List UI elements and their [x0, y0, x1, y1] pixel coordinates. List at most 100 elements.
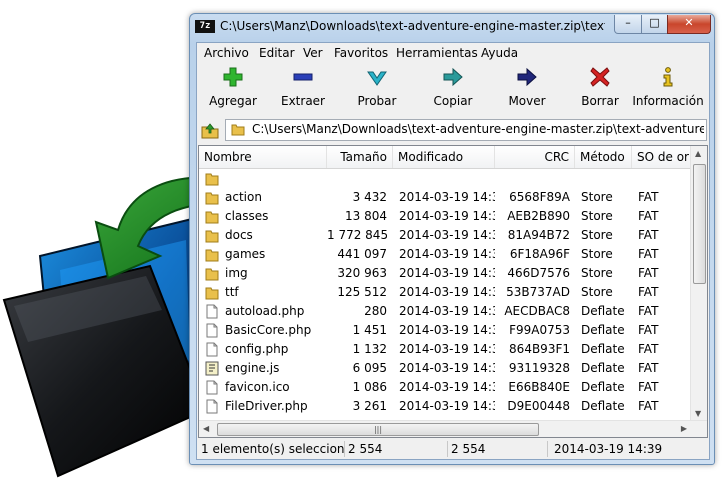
cell-name: docs: [225, 228, 253, 242]
menu-herramientas[interactable]: Herramientas: [396, 46, 478, 60]
cell-method: Store: [581, 247, 613, 261]
column-method[interactable]: Método: [575, 146, 632, 168]
table-row[interactable]: BasicCore.php 1 451 2014-03-19 14:39 F99A07…: [199, 321, 693, 340]
cell-size: 1 132: [352, 342, 387, 356]
cell-modified: 2014-03-19 14:39: [399, 399, 495, 413]
cell-crc: F99A0753: [509, 323, 570, 337]
table-row[interactable]: autoload.php 280 2014-03-19 14:39 AECDBAC8 D…: [199, 302, 693, 321]
table-row[interactable]: action 3 432 2014-03-19 14:39 6568F89A Store…: [199, 188, 693, 207]
scroll-right-icon[interactable]: ▶: [681, 424, 687, 433]
close-button[interactable]: ✕: [667, 15, 711, 34]
move-button[interactable]: Mover: [499, 65, 555, 113]
up-folder-icon[interactable]: [200, 120, 220, 140]
copy-button[interactable]: Copiar: [425, 65, 481, 113]
cell-size: 6 095: [352, 361, 387, 375]
cell-size: 13 804: [345, 209, 387, 223]
minimize-icon: –: [625, 16, 631, 29]
table-row[interactable]: config.php 1 132 2014-03-19 14:39 864B93F1 D…: [199, 340, 693, 359]
cell-modified: 2014-03-19 14:39: [399, 380, 495, 394]
add-button[interactable]: Agregar: [203, 65, 263, 113]
menu-archivo[interactable]: Archivo: [204, 46, 249, 60]
maximize-button[interactable]: □: [641, 15, 668, 34]
cell-crc: 6568F89A: [509, 190, 570, 204]
cell-size: 280: [364, 304, 387, 318]
horizontal-scrollbar[interactable]: ◀ ||| ▶: [199, 420, 707, 437]
folder-icon: [205, 287, 219, 300]
cell-method: Deflate: [581, 342, 625, 356]
cell-name: [225, 169, 325, 188]
scroll-left-icon[interactable]: ◀: [203, 424, 209, 433]
test-button[interactable]: Probar: [349, 65, 405, 113]
table-row[interactable]: img 320 963 2014-03-19 14:39 466D7576 Store F…: [199, 264, 693, 283]
cell-size: 3 261: [352, 399, 387, 413]
status-size: 2 554: [344, 441, 447, 457]
cell-size: 1 772 845: [327, 228, 387, 242]
cell-method: Store: [581, 190, 613, 204]
path-input[interactable]: C:\Users\Manz\Downloads\text-adventure-e…: [225, 119, 707, 141]
menu-editar[interactable]: Editar: [259, 46, 295, 60]
delete-label: Borrar: [581, 94, 619, 108]
cell-method: [581, 169, 632, 188]
cell-modified: 2014-03-19 14:39: [399, 304, 495, 318]
cell-name: img: [225, 266, 248, 280]
window-title: C:\Users\Manz\Downloads\text-adventure-e…: [220, 19, 605, 33]
table-row[interactable]: favicon.ico 1 086 2014-03-19 14:39 E66B840E…: [199, 378, 693, 397]
menu-favoritos[interactable]: Favoritos: [334, 46, 388, 60]
status-bar: 1 elemento(s) seleccionado(s) 2 554 2 55…: [197, 438, 709, 459]
cell-crc: 466D7576: [507, 266, 570, 280]
cell-crc: 81A94B72: [507, 228, 570, 242]
cell-os: FAT: [638, 190, 659, 204]
cell-os: FAT: [638, 247, 659, 261]
vertical-scrollbar[interactable]: ▲ ▼: [690, 146, 707, 421]
column-modified[interactable]: Modificado: [393, 146, 495, 168]
table-row[interactable]: ttf 125 512 2014-03-19 14:39 53B737AD Store F…: [199, 283, 693, 302]
minimize-button[interactable]: –: [614, 15, 642, 34]
cell-crc: AECDBAC8: [504, 304, 570, 318]
column-size[interactable]: Tamaño: [327, 146, 393, 168]
scroll-down-icon[interactable]: ▼: [695, 409, 701, 418]
title-bar[interactable]: 7z C:\Users\Manz\Downloads\text-adventur…: [190, 14, 714, 40]
cell-crc: 93119328: [508, 361, 570, 375]
table-row[interactable]: engine.js 6 095 2014-03-19 14:39 93119328 De…: [199, 359, 693, 378]
delete-button[interactable]: Borrar: [572, 65, 628, 113]
cell-os: FAT: [638, 285, 659, 299]
cell-os: FAT: [638, 228, 659, 242]
table-row[interactable]: docs 1 772 845 2014-03-19 14:39 81A94B72 Sto…: [199, 226, 693, 245]
status-modified: 2014-03-19 14:39: [547, 441, 707, 457]
cell-method: Store: [581, 285, 613, 299]
address-bar: C:\Users\Manz\Downloads\text-adventure-e…: [197, 117, 709, 143]
cell-os: FAT: [638, 342, 659, 356]
file-list[interactable]: Nombre Tamaño Modificado CRC Método SO d…: [198, 145, 708, 438]
column-os[interactable]: SO de origen: [632, 146, 693, 168]
table-row[interactable]: games 441 097 2014-03-19 14:39 6F18A96F Stor…: [199, 245, 693, 264]
extract-button[interactable]: Extraer: [275, 65, 331, 113]
move-label: Mover: [508, 94, 546, 108]
menu-ayuda[interactable]: Ayuda: [481, 46, 518, 60]
script-file-icon: [205, 361, 219, 376]
menu-ver[interactable]: Ver: [303, 46, 323, 60]
cell-crc: 6F18A96F: [509, 247, 570, 261]
info-button[interactable]: Información: [629, 65, 707, 113]
cell-os: FAT: [638, 304, 659, 318]
cell-modified: 2014-03-19 14:39: [399, 209, 495, 223]
check-icon: [367, 71, 387, 86]
column-crc[interactable]: CRC: [495, 146, 575, 168]
cell-modified: 2014-03-19 14:39: [399, 266, 495, 280]
cell-crc: AEB2B890: [507, 209, 570, 223]
7zip-app-icon[interactable]: 7z: [195, 20, 215, 33]
cell-method: Deflate: [581, 380, 625, 394]
vertical-scroll-thumb[interactable]: [693, 164, 706, 284]
cell-modified: 2014-03-19 14:39: [399, 228, 495, 242]
table-row[interactable]: FileDriver.php 3 261 2014-03-19 14:39 D9E00…: [199, 397, 693, 416]
cell-modified: 2014-03-19 14:39: [399, 361, 495, 375]
table-row[interactable]: classes 13 804 2014-03-19 14:39 AEB2B890 Sto…: [199, 207, 693, 226]
horizontal-scroll-thumb[interactable]: |||: [217, 423, 539, 436]
cell-size: [327, 169, 387, 188]
cell-modified: 2014-03-19 14:39: [399, 285, 495, 299]
cell-crc: 864B93F1: [509, 342, 570, 356]
cell-method: Deflate: [581, 304, 625, 318]
scroll-up-icon[interactable]: ▲: [695, 149, 701, 158]
column-name[interactable]: Nombre: [199, 146, 327, 168]
cell-os: FAT: [638, 323, 659, 337]
table-row[interactable]: [199, 169, 693, 188]
